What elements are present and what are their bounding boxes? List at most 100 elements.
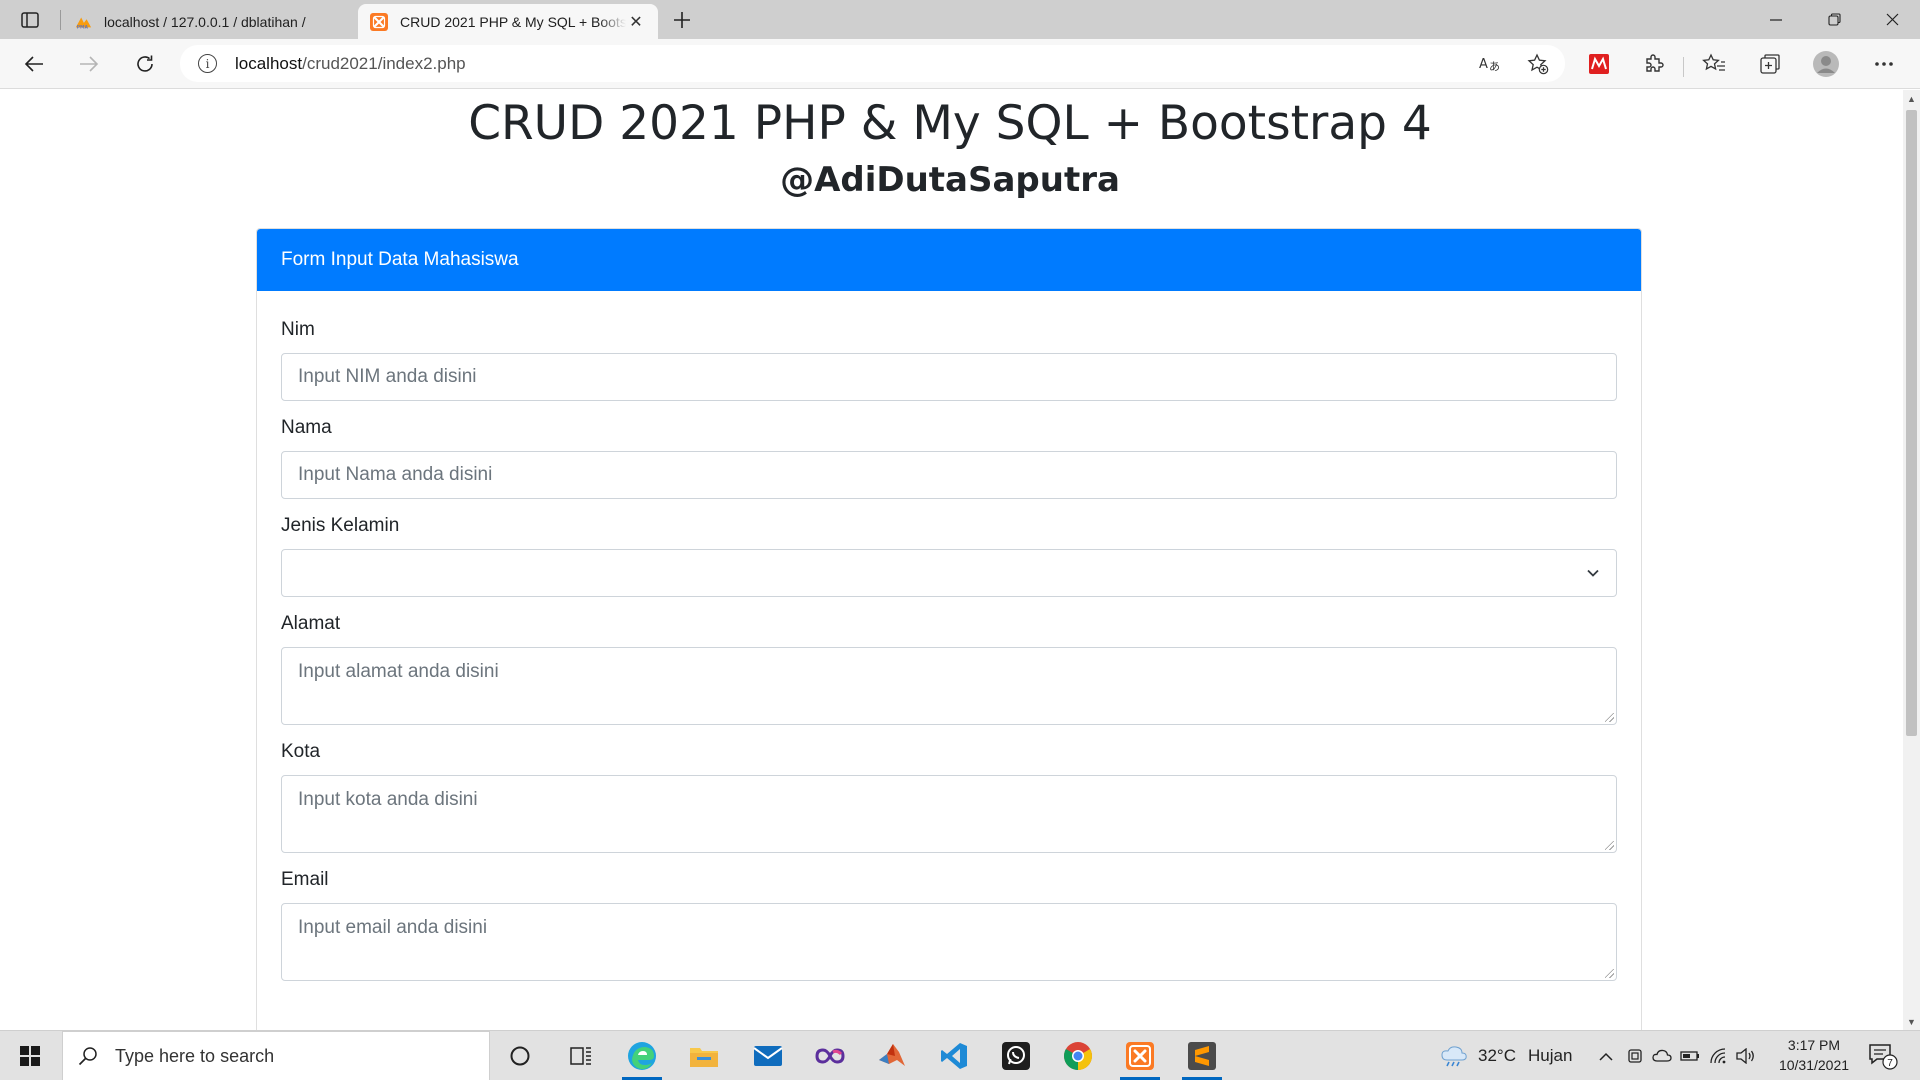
tab-crud[interactable]: CRUD 2021 PHP & My SQL + Bootstrap 4 ✕	[358, 4, 658, 39]
minimize-icon[interactable]	[1748, 0, 1804, 39]
collections-icon[interactable]	[1756, 50, 1784, 78]
xampp-control-icon[interactable]	[1112, 1031, 1168, 1080]
page-scrollbar[interactable]: ▲ ▼	[1903, 90, 1920, 1030]
task-view-icon[interactable]	[553, 1031, 609, 1080]
kota-label: Kota	[281, 741, 321, 762]
file-explorer-icon[interactable]	[676, 1031, 732, 1080]
kota-textarea[interactable]: Input kota anda disini	[281, 775, 1617, 853]
visual-studio-infinity-icon[interactable]	[802, 1031, 858, 1080]
back-arrow-icon[interactable]	[18, 48, 50, 80]
extensions-puzzle-icon[interactable]	[1640, 50, 1668, 78]
nim-label: Nim	[281, 319, 315, 340]
page-subtitle: @AdiDutaSaputra	[780, 160, 1120, 200]
battery-icon[interactable]	[1677, 1050, 1703, 1062]
tab-title: localhost / 127.0.0.1 / dblatihan /	[104, 13, 306, 30]
nim-input[interactable]: Input NIM anda disini	[281, 353, 1617, 401]
page-viewport: CRUD 2021 PHP & My SQL + Bootstrap 4 @Ad…	[0, 90, 1903, 1030]
chevron-down-icon	[1584, 564, 1602, 582]
form-group-alamat: Alamat Input alamat anda disini	[281, 613, 1617, 725]
nim-placeholder: Input NIM anda disini	[298, 366, 477, 387]
more-menu-icon[interactable]	[1870, 50, 1898, 78]
resize-grip-icon[interactable]	[1605, 841, 1614, 850]
alamat-label: Alamat	[281, 613, 341, 634]
scrollbar-thumb[interactable]	[1906, 110, 1917, 736]
site-info-icon[interactable]: i	[198, 54, 217, 73]
jenis-kelamin-label: Jenis Kelamin	[281, 515, 400, 536]
email-label: Email	[281, 869, 329, 890]
wifi-icon[interactable]	[1705, 1048, 1731, 1064]
svg-text:A: A	[1479, 57, 1488, 72]
taskbar-clock[interactable]: 3:17 PM 10/31/2021	[1770, 1035, 1858, 1075]
card-body: Nim Input NIM anda disini Nama Input Nam…	[257, 291, 1641, 1025]
resize-grip-icon[interactable]	[1605, 713, 1614, 722]
address-bar[interactable]: i localhost/crud2021/index2.php Aあ	[180, 45, 1565, 82]
refresh-icon[interactable]	[129, 48, 161, 80]
card-header: Form Input Data Mahasiswa	[257, 229, 1641, 291]
edge-browser-icon[interactable]	[614, 1031, 670, 1080]
scroll-up-icon[interactable]: ▲	[1903, 90, 1920, 107]
close-tab-icon[interactable]: ✕	[626, 12, 646, 32]
nama-placeholder: Input Nama anda disini	[298, 464, 493, 485]
clock-date: 10/31/2021	[1778, 1057, 1850, 1073]
svg-text:PMA: PMA	[77, 24, 89, 30]
tab-actions-icon[interactable]	[14, 8, 46, 32]
windows-start-icon[interactable]	[2, 1031, 58, 1080]
matlab-icon[interactable]	[864, 1031, 920, 1080]
onedrive-cloud-icon[interactable]	[1649, 1049, 1675, 1063]
system-tray	[1595, 1031, 1759, 1080]
kota-placeholder: Input kota anda disini	[298, 789, 478, 810]
weather-widget[interactable]: 32°C Hujan	[1440, 1031, 1572, 1080]
nama-input[interactable]: Input Nama anda disini	[281, 451, 1617, 499]
email-textarea[interactable]: Input email anda disini	[281, 903, 1617, 981]
jenis-kelamin-select[interactable]	[281, 549, 1617, 597]
tab-phpmyadmin[interactable]: PMA localhost / 127.0.0.1 / dblatihan /	[62, 4, 358, 39]
alamat-placeholder: Input alamat anda disini	[298, 661, 499, 682]
notification-count: 7	[1887, 1058, 1893, 1069]
browser-toolbar: i localhost/crud2021/index2.php Aあ	[0, 39, 1920, 89]
form-group-nama: Nama Input Nama anda disini	[281, 417, 1617, 499]
mail-icon[interactable]	[740, 1031, 796, 1080]
form-group-kota: Kota Input kota anda disini	[281, 741, 1617, 853]
chrome-icon[interactable]	[1050, 1031, 1106, 1080]
xampp-icon	[370, 12, 388, 31]
clock-time: 3:17 PM	[1787, 1037, 1841, 1053]
close-window-icon[interactable]	[1864, 0, 1920, 39]
favorites-icon[interactable]	[1700, 50, 1728, 78]
nama-label: Nama	[281, 417, 332, 438]
weather-description: Hujan	[1527, 1046, 1573, 1065]
volume-icon[interactable]	[1733, 1048, 1759, 1064]
form-group-email: Email Input email anda disini	[281, 869, 1617, 981]
restore-icon[interactable]	[1806, 0, 1862, 39]
search-placeholder: Type here to search	[115, 1045, 275, 1066]
alamat-textarea[interactable]: Input alamat anda disini	[281, 647, 1617, 725]
meet-now-icon[interactable]	[1623, 1048, 1647, 1064]
whatsapp-icon[interactable]	[988, 1031, 1044, 1080]
form-card: Form Input Data Mahasiswa Nim Input NIM …	[256, 228, 1642, 1030]
sublime-text-icon[interactable]	[1174, 1031, 1230, 1080]
browser-tab-bar: PMA localhost / 127.0.0.1 / dblatihan / …	[0, 0, 1920, 39]
page-title: CRUD 2021 PHP & My SQL + Bootstrap 4	[468, 96, 1432, 151]
chevron-up-icon[interactable]	[1595, 1052, 1617, 1061]
email-placeholder: Input email anda disini	[298, 917, 488, 938]
vscode-icon[interactable]	[926, 1031, 982, 1080]
resize-grip-icon[interactable]	[1605, 969, 1614, 978]
weather-cloud-rain-icon	[1440, 1044, 1468, 1068]
read-aloud-translate-icon[interactable]: Aあ	[1478, 51, 1504, 77]
new-tab-icon[interactable]	[668, 6, 696, 34]
notification-center-icon[interactable]: 7	[1868, 1041, 1898, 1071]
weather-temperature: 32°C	[1478, 1046, 1516, 1065]
profile-avatar-icon[interactable]	[1812, 50, 1840, 78]
form-group-nim: Nim Input NIM anda disini	[281, 319, 1617, 401]
taskbar-search-box[interactable]: Type here to search	[62, 1031, 490, 1080]
tab-separator	[60, 10, 61, 30]
toolbar-separator	[1683, 57, 1684, 77]
extension-red-icon[interactable]	[1585, 50, 1613, 78]
cortana-icon[interactable]	[492, 1031, 548, 1080]
windows-taskbar: Type here to search 32°C Hujan 3:17 PM 1…	[0, 1030, 1920, 1080]
svg-text:あ: あ	[1489, 60, 1500, 73]
scroll-down-icon[interactable]: ▼	[1903, 1013, 1920, 1030]
tab-title: CRUD 2021 PHP & My SQL + Bootstrap 4	[400, 13, 626, 30]
forward-arrow-icon	[73, 48, 105, 80]
add-favorite-icon[interactable]	[1525, 51, 1551, 77]
phpmyadmin-icon: PMA	[74, 13, 92, 31]
